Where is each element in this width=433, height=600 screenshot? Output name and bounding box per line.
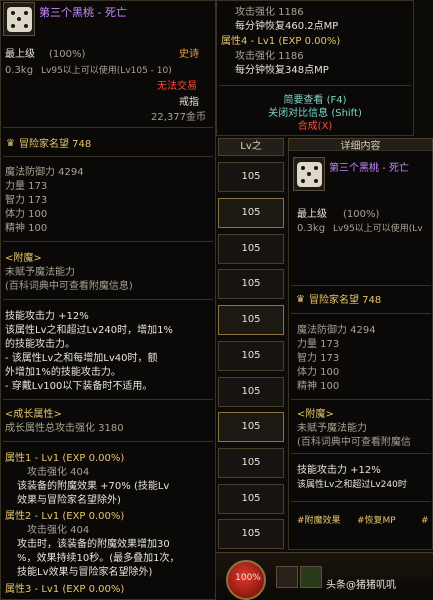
item-name: 第三个黑桃 - 死亡 [39, 6, 127, 19]
right-stat-intelligence: 智力 173 [297, 353, 340, 364]
tag-restore-mp[interactable]: #恢复MP [357, 515, 396, 527]
level-slot[interactable]: 105 [218, 162, 284, 192]
level-slot[interactable]: 105 [218, 412, 284, 442]
level-requirement: Lv95以上可以使用(Lv105 - 10) [41, 66, 172, 76]
tag-enchant-effect[interactable]: #附魔效果 [297, 515, 341, 527]
right-skill-line-1: 技能攻击力 +12% [297, 465, 381, 476]
stat-spirit: 精神 100 [5, 223, 48, 234]
top-line-5: 每分钟恢复348点MP [235, 65, 329, 76]
level-slot[interactable]: 105 [218, 269, 284, 299]
right-item-tooltip: 第三个黑桃 - 死亡 最上级 (100%) 0.3kg Lv95以上可以使用(L… [288, 150, 433, 550]
skill-line-3: 的技能攻击力。 [5, 339, 75, 350]
dice-icon [297, 162, 322, 187]
right-enchant-line-1: 未赋予魔法能力 [297, 423, 367, 434]
slot-type: 戒指 [179, 97, 199, 108]
skill-slot[interactable] [276, 566, 298, 588]
right-stat-strength: 力量 173 [297, 339, 340, 350]
attribute-2-line-4: 技能Lv效果与冒险家名望除外) [17, 567, 153, 578]
grade-percent: (100%) [49, 49, 86, 60]
sell-price: 22,377金币 [151, 112, 206, 123]
stat-strength: 力量 173 [5, 181, 48, 192]
rarity-label: 史诗 [179, 49, 199, 60]
growth-total: 成长属性总攻击强化 3180 [5, 423, 124, 434]
enchant-title: <附魔> [5, 253, 42, 264]
skill-line-4: - 该属性Lv之和每增加Lv40时，额 [5, 353, 158, 364]
right-item-name: 第三个黑桃 - 死亡 [329, 163, 409, 174]
right-adventurer-fame: 冒险家名望 748 [309, 295, 382, 306]
enchant-line-1: 未赋予魔法能力 [5, 267, 75, 278]
level-slot[interactable]: 105 [218, 198, 284, 228]
hp-orb-value: 100% [235, 573, 261, 583]
stat-magic-defense: 魔法防御力 4294 [5, 167, 84, 178]
attribute-1-line-1: 攻击强化 404 [27, 467, 90, 478]
enchant-line-2: (百科词典中可查看附魔信息) [5, 281, 133, 292]
item-weight: 0.3kg [5, 65, 34, 76]
skill-line-1: 技能攻击力 +12% [5, 311, 89, 322]
level-slot[interactable]: 105 [218, 305, 284, 335]
item-icon-frame [3, 2, 35, 36]
right-grade-label: 最上级 [297, 209, 327, 220]
skill-line-6: - 穿戴Lv100以下装备时不适用。 [5, 381, 153, 392]
stat-intelligence: 智力 173 [5, 195, 48, 206]
level-slot[interactable]: 105 [218, 341, 284, 371]
skill-line-2: 该属性Lv之和超过Lv240时，增加1% [5, 325, 173, 336]
right-stat-vitality: 体力 100 [297, 367, 340, 378]
growth-title: <成长属性> [5, 409, 62, 420]
right-item-icon-frame [293, 157, 325, 191]
dice-icon [7, 7, 32, 32]
crown-icon: ♛ [6, 138, 15, 149]
grade-label: 最上级 [5, 49, 35, 60]
trade-status: 无法交易 [157, 81, 197, 92]
left-item-tooltip: 第三个黑桃 - 死亡 最上级 (100%) 史诗 0.3kg Lv95以上可以使… [0, 0, 216, 600]
attribute-1-line-2: 该装备的附魔效果 +70% (技能Lv [17, 481, 170, 492]
close-compare-button[interactable]: 关闭对比信息 (Shift) [217, 108, 413, 120]
attribute-2-line-3: %，效果持续10秒。(最多叠加1次， [17, 553, 180, 564]
attribute-1-title: 属性1 - Lv1 (EXP 0.00%) [5, 453, 125, 464]
level-slot[interactable]: 105 [218, 519, 284, 549]
right-enchant-line-2: (百科词典中可查看附魔信 [297, 437, 411, 448]
synthesis-button[interactable]: 合成(X) [217, 121, 413, 133]
level-slot[interactable]: 105 [218, 377, 284, 407]
right-skill-line-2: 该属性Lv之和超过Lv240时 [297, 480, 407, 490]
column-header-lv[interactable]: Lv之 [218, 138, 284, 156]
right-enchant-title: <附魔> [297, 409, 334, 420]
brief-view-button[interactable]: 简要查看 (F4) [217, 95, 413, 107]
right-stat-spirit: 精神 100 [297, 381, 340, 392]
top-line-2: 每分钟恢复460.2点MP [235, 21, 339, 32]
attribute-3-title: 属性3 - Lv1 (EXP 0.00%) [5, 584, 125, 595]
right-grade-percent: (100%) [343, 209, 380, 220]
top-line-1: 攻击强化 1186 [235, 7, 304, 18]
watermark: 头条@猪猪叽叽 [326, 580, 396, 591]
adventurer-fame: 冒险家名望 748 [19, 139, 92, 150]
attribute-1-line-3: 效果与冒险家名望除外) [17, 495, 121, 506]
right-stat-magic-defense: 魔法防御力 4294 [297, 325, 376, 336]
skill-line-5: 外增加1%的技能攻击力。 [5, 367, 121, 378]
right-level-requirement: Lv95以上可以使用(Lv [333, 224, 423, 234]
level-slot[interactable]: 105 [218, 448, 284, 478]
attribute-2-title: 属性2 - Lv1 (EXP 0.00%) [5, 511, 125, 522]
skill-slot[interactable] [300, 566, 322, 588]
top-line-3: 属性4 - Lv1 (EXP 0.00%) [221, 36, 341, 47]
stat-vitality: 体力 100 [5, 209, 48, 220]
level-slot[interactable]: 105 [218, 484, 284, 514]
attribute-2-line-1: 攻击强化 404 [27, 525, 90, 536]
right-item-weight: 0.3kg [297, 223, 326, 234]
level-slot[interactable]: 105 [218, 234, 284, 264]
top-compare-tooltip: 攻击强化 1186 每分钟恢复460.2点MP 属性4 - Lv1 (EXP 0… [216, 0, 414, 136]
tag-more[interactable]: # [421, 515, 429, 527]
attribute-2-line-2: 攻击时，该装备的附魔效果增加30 [17, 539, 170, 550]
top-line-4: 攻击强化 1186 [235, 51, 304, 62]
crown-icon: ♛ [296, 294, 305, 305]
